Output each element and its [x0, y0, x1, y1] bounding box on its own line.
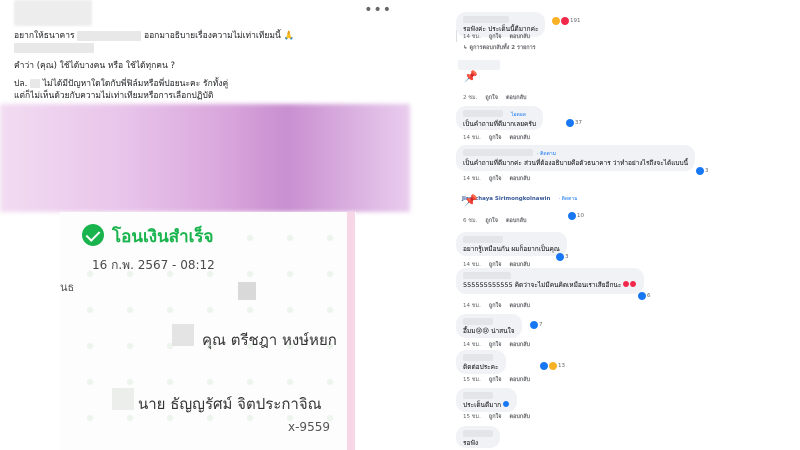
redaction: [30, 79, 41, 88]
like-reaction-icon: [540, 362, 548, 370]
comment-bubble: ติดต่อประคะ: [456, 350, 506, 374]
comments-panel: รอฟังค่ะ ประเด็นนี้ดีมากค่ะ 191 14 ชม. ถู…: [430, 0, 800, 450]
transfer-status: โอนเงินสำเร็จ: [112, 227, 214, 247]
like-reaction-icon: [503, 401, 510, 407]
comment-bubble: 555555555555 คิดว่าจะไม่มีคนคิดเหมือนเรา…: [456, 268, 645, 294]
comment-bubble: [458, 60, 500, 70]
comment-meta: 15 ชม. ถูกใจ ตอบกลับ: [463, 414, 530, 420]
like-link[interactable]: ถูกใจ: [489, 176, 502, 182]
post-line-2: คำว่า (คุณ) ใช้ได้บางคน หรือ ใช้ได้ทุกคน…: [14, 61, 175, 71]
like-link[interactable]: ถูกใจ: [485, 218, 498, 224]
comment-bubble: ไอดอล เป็นคำถามที่ดีมากเลยครับ: [456, 106, 544, 130]
reply-link[interactable]: ตอบกลับ: [509, 135, 530, 141]
reaction-count[interactable]: 3: [696, 167, 709, 175]
redaction: [77, 30, 142, 41]
comment-bubble: อึ้มม😢😢 น่าสนใจ: [456, 314, 522, 338]
reaction-count[interactable]: 7: [530, 321, 543, 329]
recipient-name: นาย ธัญญรัศม์ จิตประกาจิณ: [138, 395, 322, 413]
comment-bubble: อยากรู้เหมือนกัน ผมก็อยากเป็นคุณ: [456, 232, 567, 256]
pin-emoji: 📌: [464, 194, 478, 207]
haha-reaction-icon: [549, 362, 557, 370]
reaction-count[interactable]: 37: [566, 119, 582, 127]
reply-link[interactable]: ตอบกลับ: [506, 95, 527, 101]
comment-meta: 14 ชม. ถูกใจ ตอบกลับ: [463, 342, 530, 348]
recipient-bank-logo-redacted: [112, 388, 134, 410]
comment-bubble: ประเด็นดีมาก: [456, 388, 518, 412]
sender-bank-logo-redacted: [172, 324, 194, 346]
post-panel: ••• อยากให้ธนาคาร ออกมาอธิบายเรื่องความไ…: [0, 0, 410, 450]
view-replies-link[interactable]: ↳ ดูการตอบกลับทั้ง 2 รายการ: [463, 44, 536, 52]
reply-link[interactable]: ตอบกลับ: [509, 176, 530, 182]
redaction: [238, 282, 256, 300]
heart-reaction-icon: [561, 17, 569, 25]
transfer-receipt-image[interactable]: โอนเงินสำเร็จ 16 ก.พ. 2567 - 08:12 นธ คุ…: [60, 212, 356, 450]
sender-name: คุณ ตรีชฎา หงษ์หยก: [202, 331, 337, 349]
comment-header: Jiratchaya Sirimongkolnawin · ติดตาม: [462, 185, 578, 204]
receipt-edge: [347, 212, 355, 450]
reply-link[interactable]: ตอบกลับ: [509, 342, 530, 348]
heart-emoji: [630, 281, 637, 287]
blurred-image-region: [0, 104, 410, 212]
author-redacted: [14, 0, 92, 26]
comment-meta: 15 ชม. ถูกใจ ตอบกลับ: [463, 377, 530, 383]
checkmark-icon: [82, 224, 104, 246]
comment-bubble: รอฟัง: [456, 426, 500, 448]
reply-link[interactable]: ตอบกลับ: [509, 414, 530, 420]
post-line-3: ปล. ไม่ได้มีปัญหาใดใดกับพี่ฟิล์มหรือพี่ป…: [14, 79, 229, 89]
redaction: [14, 43, 94, 53]
like-link[interactable]: ถูกใจ: [489, 377, 502, 383]
recipient-account: x-9559: [288, 420, 330, 434]
like-reaction-icon: [568, 212, 576, 220]
post-line-4: แต่ก็ไม่เห็นด้วยกับความไม่เท่าเทียมหรือก…: [14, 91, 214, 101]
reaction-count[interactable]: 3: [556, 253, 569, 261]
like-reaction-icon: [530, 321, 538, 329]
commenter-redacted: [463, 16, 509, 23]
like-link[interactable]: ถูกใจ: [489, 135, 502, 141]
comment-meta: 14 ชม. ถูกใจ ตอบกลับ: [463, 34, 530, 40]
like-reaction-icon: [696, 167, 704, 175]
post-body: อยากให้ธนาคาร ออกมาอธิบายเรื่องความไม่เท…: [14, 30, 404, 102]
top-fan-badge: ไอดอล: [511, 112, 526, 118]
reaction-count[interactable]: 6: [638, 292, 651, 300]
reaction-count[interactable]: 191: [552, 17, 581, 25]
partial-text: นธ: [60, 281, 75, 294]
like-link[interactable]: ถูกใจ: [489, 342, 502, 348]
more-horizontal-icon[interactable]: •••: [364, 2, 392, 18]
care-reaction-icon: [552, 17, 560, 25]
like-reaction-icon: [566, 119, 574, 127]
reaction-count[interactable]: 13: [540, 362, 565, 370]
comment-meta: 14 ชม. ถูกใจ ตอบกลับ: [463, 135, 530, 141]
follow-link[interactable]: · ติดตาม: [559, 196, 578, 202]
comment-meta: 14 ชม. ถูกใจ ตอบกลับ: [463, 176, 530, 182]
post-header: •••: [0, 0, 410, 28]
reply-link[interactable]: ตอบกลับ: [509, 303, 530, 309]
transfer-datetime: 16 ก.พ. 2567 - 08:12: [92, 258, 215, 272]
like-reaction-icon: [556, 253, 564, 261]
reply-link[interactable]: ตอบกลับ: [509, 34, 530, 40]
reaction-count[interactable]: 10: [568, 212, 584, 220]
comment-meta: 6 ชม. ถูกใจ ตอบกลับ: [463, 218, 527, 224]
comment-bubble: · ติดตาม เป็นคำถามที่ดีมากค่ะ ส่วนที่ต้อ…: [456, 145, 696, 171]
reply-link[interactable]: ตอบกลับ: [509, 377, 530, 383]
heart-emoji: [623, 281, 630, 287]
comment-meta: 14 ชม. ถูกใจ ตอบกลับ: [463, 303, 530, 309]
follow-link[interactable]: · ติดตาม: [537, 151, 556, 157]
reply-link[interactable]: ตอบกลับ: [506, 218, 527, 224]
like-link[interactable]: ถูกใจ: [489, 414, 502, 420]
pin-emoji: 📌: [464, 70, 478, 83]
post-line-1: อยากให้ธนาคาร ออกมาอธิบายเรื่องความไม่เท…: [14, 30, 295, 41]
like-link[interactable]: ถูกใจ: [485, 95, 498, 101]
like-reaction-icon: [638, 292, 646, 300]
like-link[interactable]: ถูกใจ: [489, 303, 502, 309]
comment-meta: 2 ชม. ถูกใจ ตอบกลับ: [463, 95, 527, 101]
like-link[interactable]: ถูกใจ: [489, 34, 502, 40]
